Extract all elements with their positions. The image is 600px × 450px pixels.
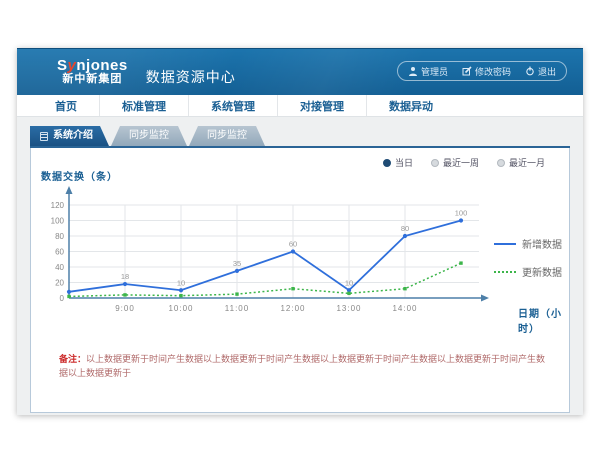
- radio-icon: [497, 159, 505, 167]
- svg-text:80: 80: [401, 224, 409, 233]
- svg-text:100: 100: [455, 209, 468, 218]
- svg-text:60: 60: [289, 240, 297, 249]
- legend-label: 新增数据: [522, 236, 562, 251]
- nav-item-home[interactable]: 首页: [33, 95, 99, 116]
- content: 系统介绍 同步监控 同步监控 当日 最近一周 最近一月: [17, 117, 583, 413]
- svg-text:10: 10: [177, 278, 185, 287]
- x-axis-title: 日期（小时）: [518, 305, 569, 335]
- logo[interactable]: Synjones 新中新集团: [57, 58, 128, 85]
- logo-wordmark: Synjones: [57, 58, 128, 74]
- nav-item-system[interactable]: 系统管理: [188, 95, 277, 116]
- radio-label: 最近一月: [509, 156, 545, 169]
- radio-last-month[interactable]: 最近一月: [497, 156, 545, 169]
- nav-item-data-changes[interactable]: 数据异动: [366, 95, 455, 116]
- chart-panel: 当日 最近一周 最近一月 数据交换（条） 0204060801001209:00…: [30, 148, 570, 413]
- chart-svg: 0 20 40 60 80 100 120 9:00 10:00 11:00 12:00 13:00 1…: [39, 180, 489, 332]
- tab-label: 系统介绍: [53, 126, 93, 146]
- edit-icon: [462, 66, 472, 76]
- page: Synjones 新中新集团 数据资源中心 管理员 修改密码 退出 首页 标准管…: [17, 48, 583, 415]
- change-password-button[interactable]: 修改密码: [462, 65, 511, 78]
- radio-selected-icon: [383, 159, 391, 167]
- svg-text:60: 60: [55, 248, 64, 257]
- nav-item-standards[interactable]: 标准管理: [99, 95, 188, 116]
- main-nav: 首页 标准管理 系统管理 对接管理 数据异动: [17, 95, 583, 117]
- radio-last-week[interactable]: 最近一周: [431, 156, 479, 169]
- range-filters: 当日 最近一周 最近一月: [383, 156, 545, 169]
- footnote: 备注：以上数据更新于时间产生数据以上数据更新于时间产生数据以上数据更新于时间产生…: [59, 353, 549, 380]
- user-icon: [408, 66, 418, 76]
- radio-icon: [431, 159, 439, 167]
- tabs: 系统介绍 同步监控 同步监控: [30, 126, 570, 146]
- tab-sync-monitor-1[interactable]: 同步监控: [111, 126, 187, 146]
- svg-text:18: 18: [121, 272, 129, 281]
- radio-label: 当日: [395, 156, 413, 169]
- svg-text:13:00: 13:00: [336, 304, 361, 313]
- svg-text:80: 80: [55, 232, 64, 241]
- svg-text:11:00: 11:00: [225, 304, 249, 313]
- radio-label: 最近一周: [443, 156, 479, 169]
- logo-company-name: 新中新集团: [62, 74, 122, 86]
- svg-text:100: 100: [51, 217, 65, 226]
- green-dotted-swatch: [494, 271, 516, 273]
- user-menu[interactable]: 管理员: [408, 65, 448, 78]
- nav-item-integration[interactable]: 对接管理: [277, 95, 366, 116]
- svg-text:35: 35: [233, 259, 241, 268]
- logout-label: 退出: [538, 65, 556, 78]
- legend-label: 更新数据: [522, 264, 562, 279]
- svg-text:20: 20: [55, 279, 64, 288]
- document-icon: [40, 132, 48, 141]
- user-name: 管理员: [421, 65, 448, 78]
- footnote-prefix: 备注：: [59, 354, 86, 364]
- svg-text:40: 40: [55, 263, 64, 272]
- radio-today[interactable]: 当日: [383, 156, 413, 169]
- svg-text:0: 0: [60, 294, 65, 303]
- blue-line-swatch: [494, 243, 516, 245]
- legend-item-new-data: 新增数据: [494, 236, 562, 251]
- logout-button[interactable]: 退出: [525, 65, 556, 78]
- svg-text:10:00: 10:00: [168, 304, 193, 313]
- tab-sync-monitor-2[interactable]: 同步监控: [189, 126, 265, 146]
- change-password-label: 修改密码: [475, 65, 511, 78]
- svg-text:9:00: 9:00: [115, 304, 135, 313]
- footnote-text: 以上数据更新于时间产生数据以上数据更新于时间产生数据以上数据更新于时间产生数据以…: [59, 354, 545, 378]
- tab-system-intro[interactable]: 系统介绍: [30, 126, 109, 146]
- page-title: 数据资源中心: [146, 67, 236, 87]
- user-pill: 管理员 修改密码 退出: [397, 61, 567, 81]
- svg-text:10: 10: [345, 278, 353, 287]
- header: Synjones 新中新集团 数据资源中心 管理员 修改密码 退出: [17, 48, 583, 95]
- legend-item-updated-data: 更新数据: [494, 264, 562, 279]
- power-icon: [525, 66, 535, 76]
- svg-text:14:00: 14:00: [392, 304, 417, 313]
- chart-legend: 新增数据 更新数据: [494, 236, 562, 279]
- svg-text:12:00: 12:00: [280, 304, 305, 313]
- svg-text:120: 120: [51, 201, 65, 210]
